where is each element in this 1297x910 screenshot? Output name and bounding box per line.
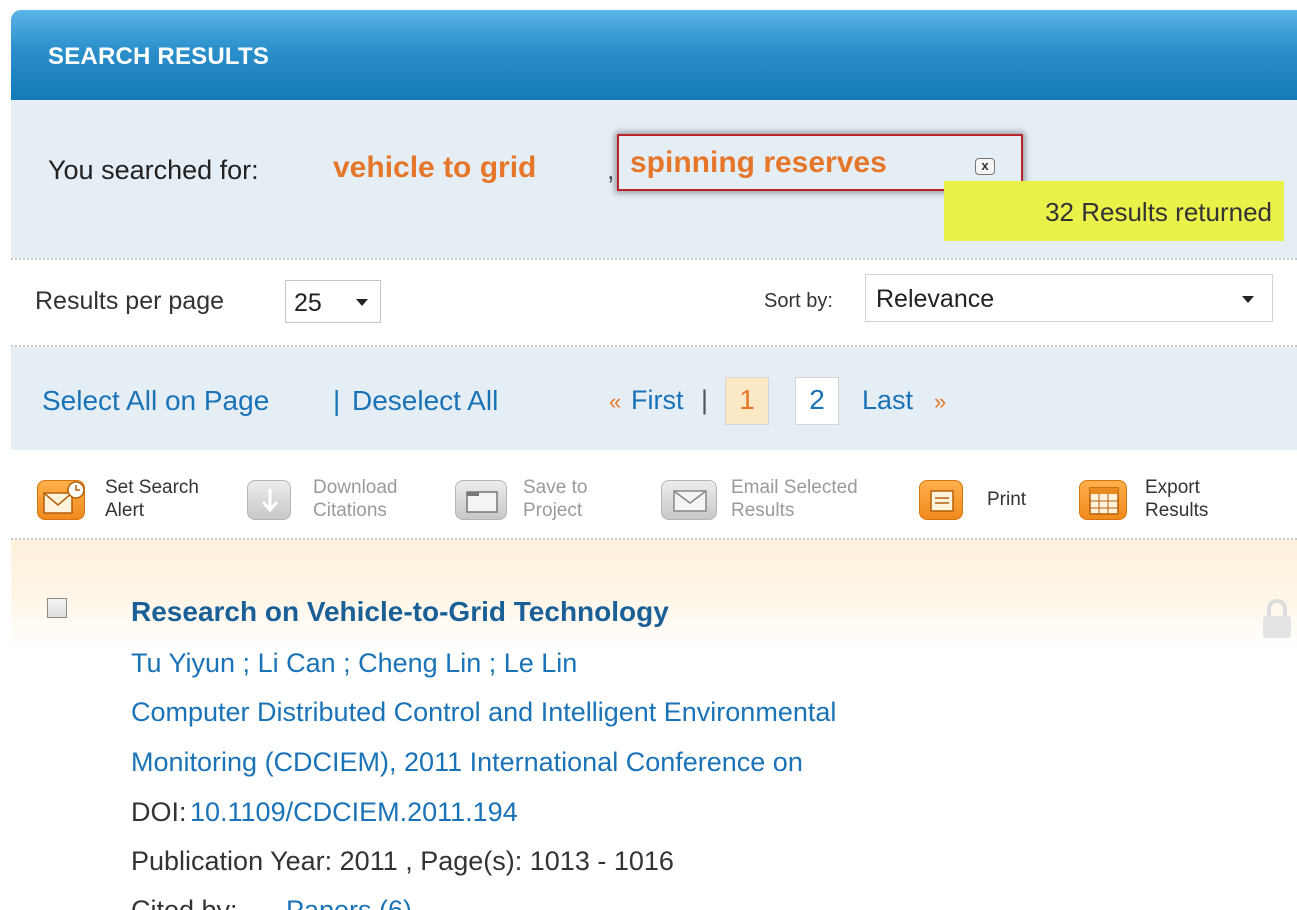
result-publication-link[interactable]: Monitoring (CDCIEM), 2011 International … [131,747,803,778]
spreadsheet-icon [1079,480,1127,520]
lock-icon [1259,596,1295,640]
search-results-header: SEARCH RESULTS [11,10,1297,100]
result-title-link[interactable]: Research on Vehicle-to-Grid Technology [131,596,669,628]
divider [11,258,1297,260]
download-citations-label: Download Citations [313,477,398,521]
page-title: SEARCH RESULTS [48,43,270,70]
result-authors[interactable]: Tu Yiyun ; Li Can ; Cheng Lin ; Le Lin [131,648,577,679]
result-select-checkbox[interactable] [47,598,67,618]
email-selected-results-button: Email Selected Results [661,474,911,526]
last-arrow-icon: » [934,389,947,414]
result-cited-by-link[interactable]: Papers (6) [286,895,412,910]
results-per-page-label: Results per page [35,287,225,315]
download-icon [247,480,291,520]
result-cited-by-label: Cited by: [131,895,238,910]
download-citations-button: Download Citations [247,474,427,526]
print-icon [919,480,963,520]
chevron-down-icon [356,299,368,306]
search-results-panel: SEARCH RESULTS You searched for: vehicle… [11,10,1297,910]
results-per-page-value: 25 [294,289,322,317]
page-2-button[interactable]: 2 [795,377,839,425]
sort-by-value: Relevance [876,285,995,313]
term-separator: , [607,155,615,185]
searched-for-label: You searched for: [48,155,259,185]
list-item: Research on Vehicle-to-Grid Technology T… [11,540,1297,910]
save-to-project-label: Save to Project [523,477,588,521]
search-term-link[interactable]: spinning reserves [630,146,887,180]
close-icon[interactable]: x [975,158,995,175]
deselect-all-link[interactable]: Deselect All [352,385,498,417]
page-1-button[interactable]: 1 [725,377,769,425]
email-icon [661,480,717,520]
results-count-badge: 32 Results returned [944,181,1284,241]
selection-pager-bar: Select All on Page | Deselect All « Firs… [11,347,1297,450]
results-per-page-select[interactable]: 25 [285,280,381,323]
folder-icon [455,480,507,520]
pager-last-link[interactable]: Last [862,385,913,416]
email-selected-results-label: Email Selected Results [731,477,858,521]
sort-by-label: Sort by: [764,290,833,312]
select-all-link[interactable]: Select All on Page [42,385,269,417]
print-button[interactable]: Print [919,474,1049,526]
results-count-text: 32 Results returned [1045,197,1272,227]
set-search-alert-label: Set Search Alert [105,477,199,521]
save-to-project-button: Save to Project [455,474,615,526]
export-results-label: Export Results [1145,477,1209,521]
selection-separator: | [333,385,341,416]
sort-by-select[interactable]: Relevance [865,274,1273,322]
result-doi-label: DOI: [131,797,187,827]
result-publication-link[interactable]: Computer Distributed Control and Intelli… [131,697,836,728]
email-alert-icon [37,480,85,520]
result-year-pages: Publication Year: 2011 , Page(s): 1013 -… [131,846,674,876]
export-results-button[interactable]: Export Results [1079,474,1239,526]
pager-first-link[interactable]: First [631,385,683,416]
first-arrow-icon: « [609,389,622,414]
chevron-down-icon [1242,296,1254,303]
search-term-link[interactable]: vehicle to grid [333,151,536,185]
set-search-alert-button[interactable]: Set Search Alert [37,474,237,526]
pager-separator: | [701,385,709,415]
result-actions-toolbar: Set Search Alert Download Citations Save… [11,450,1297,538]
result-doi-link[interactable]: 10.1109/CDCIEM.2011.194 [190,797,518,828]
print-label: Print [987,489,1027,510]
